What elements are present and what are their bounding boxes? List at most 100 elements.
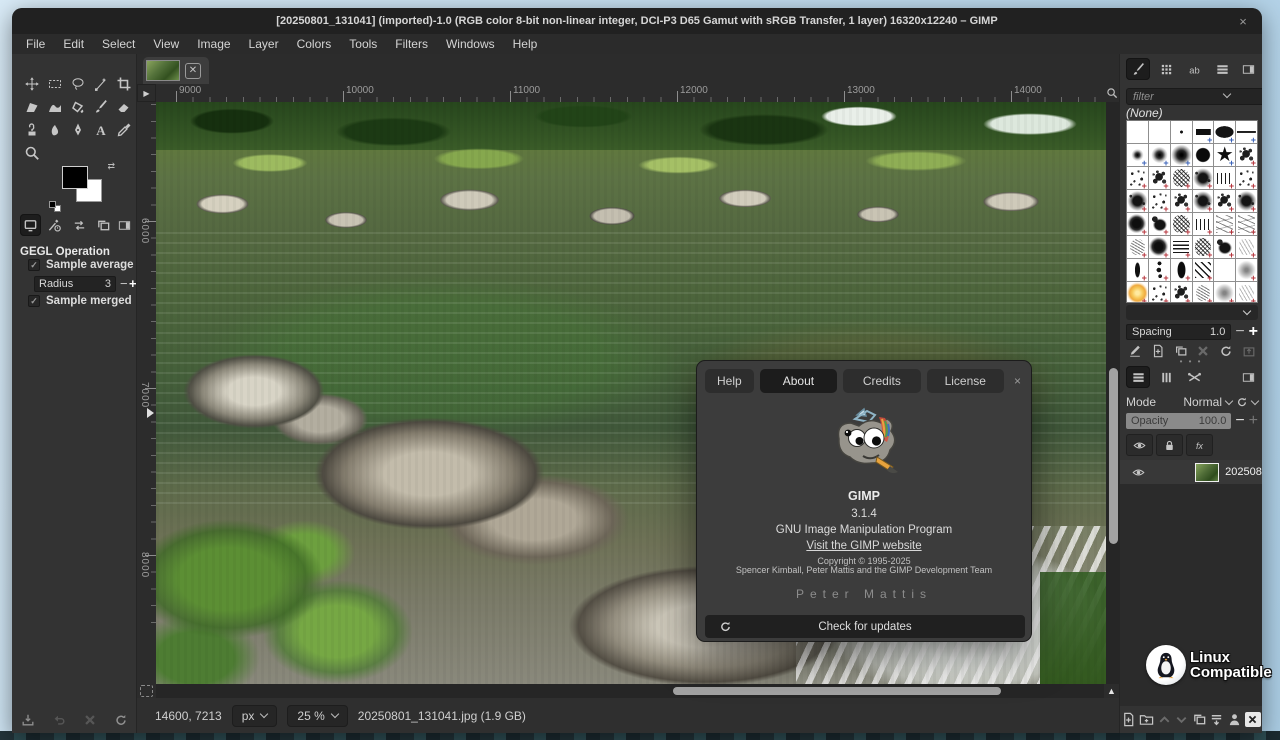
visibility-eye-icon[interactable] xyxy=(1126,434,1153,456)
fx-icon[interactable] xyxy=(1186,434,1213,456)
menu-item-colors[interactable]: Colors xyxy=(289,36,340,52)
paintbrush-tool[interactable] xyxy=(89,95,112,118)
mode-value[interactable]: Normal xyxy=(1183,395,1222,409)
brush-swatch[interactable] xyxy=(1193,144,1214,166)
delete-brush-icon[interactable] xyxy=(1196,344,1210,358)
unit-dropdown[interactable]: px xyxy=(232,705,278,727)
brush-swatch[interactable] xyxy=(1149,144,1170,166)
brush-swatch[interactable] xyxy=(1193,190,1214,212)
free-select-tool[interactable] xyxy=(66,72,89,95)
save-tool-preset-icon[interactable] xyxy=(21,713,35,727)
brush-swatch[interactable] xyxy=(1236,190,1257,212)
new-layer-icon[interactable] xyxy=(1121,712,1136,727)
brush-swatch[interactable] xyxy=(1149,259,1170,281)
refresh-brushes-icon[interactable] xyxy=(1219,344,1233,358)
vertical-scrollbar[interactable] xyxy=(1106,102,1121,684)
close-icon[interactable]: ✕ xyxy=(185,63,201,79)
brush-swatch[interactable] xyxy=(1149,236,1170,258)
brush-swatch[interactable] xyxy=(1236,259,1257,281)
menu-item-tools[interactable]: Tools xyxy=(341,36,385,52)
brush-swatch[interactable] xyxy=(1214,190,1235,212)
brush-swatch[interactable] xyxy=(1214,259,1235,281)
brush-swatch[interactable] xyxy=(1149,167,1170,189)
menu-item-image[interactable]: Image xyxy=(189,36,238,52)
layer-row[interactable]: 20250801_ xyxy=(1120,460,1262,484)
zoom-dropdown[interactable]: 25 % xyxy=(287,705,347,727)
crop-tool[interactable] xyxy=(112,72,135,95)
brush-swatch[interactable] xyxy=(1214,144,1235,166)
brush-swatch[interactable] xyxy=(1236,144,1257,166)
brush-swatch[interactable] xyxy=(1214,236,1235,258)
clone-tool[interactable] xyxy=(20,118,43,141)
menu-item-view[interactable]: View xyxy=(145,36,187,52)
vertical-scroll-thumb[interactable] xyxy=(1109,368,1118,544)
quick-mask-toggle-icon[interactable] xyxy=(140,685,153,697)
move-tool[interactable] xyxy=(20,72,43,95)
chevron-down-icon[interactable] xyxy=(1225,396,1233,404)
close-icon[interactable]: × xyxy=(1234,12,1252,30)
new-layer-group-icon[interactable] xyxy=(1139,712,1154,727)
radius-slider[interactable]: Radius 3 xyxy=(34,276,116,292)
brush-swatch[interactable] xyxy=(1214,167,1235,189)
lock-icon[interactable] xyxy=(1156,434,1183,456)
delete-layer-icon[interactable] xyxy=(1245,712,1261,727)
channels-tab[interactable] xyxy=(1154,366,1178,388)
lower-layer-icon[interactable] xyxy=(1174,712,1189,727)
foreground-color-swatch[interactable] xyxy=(62,166,88,189)
image-tab[interactable]: ✕ xyxy=(143,57,209,84)
brush-swatch[interactable] xyxy=(1236,282,1257,303)
checkbox-icon[interactable]: ✓ xyxy=(28,259,40,271)
website-link[interactable]: Visit the GIMP website xyxy=(697,540,1031,552)
brush-swatch[interactable] xyxy=(1149,190,1170,212)
ink-tool[interactable] xyxy=(66,118,89,141)
menu-item-layer[interactable]: Layer xyxy=(241,36,287,52)
layers-tab[interactable] xyxy=(1126,366,1150,388)
menu-item-filters[interactable]: Filters xyxy=(387,36,436,52)
brush-swatch[interactable] xyxy=(1127,167,1148,189)
layer-visibility-eye-icon[interactable] xyxy=(1132,466,1145,479)
rectangle-select-tool[interactable] xyxy=(43,72,66,95)
brush-swatch[interactable] xyxy=(1214,121,1235,143)
color-picker-tool[interactable] xyxy=(112,118,135,141)
opacity-slider[interactable]: Opacity 100.0 xyxy=(1126,413,1231,429)
spacing-slider[interactable]: Spacing 1.0 xyxy=(1126,324,1231,340)
eraser-tool[interactable] xyxy=(112,95,135,118)
tab-about[interactable]: About xyxy=(760,369,837,393)
brush-swatch[interactable] xyxy=(1149,121,1170,143)
menu-item-file[interactable]: File xyxy=(18,36,53,52)
collapse-icon[interactable] xyxy=(1240,369,1256,385)
image-tab-thumbnail[interactable] xyxy=(146,60,180,81)
gradient-tool[interactable] xyxy=(43,95,66,118)
smudge-tool[interactable] xyxy=(43,118,66,141)
delete-icon[interactable] xyxy=(83,713,97,727)
radius-decrement-button[interactable]: − xyxy=(120,276,128,292)
close-icon[interactable]: × xyxy=(1010,374,1025,388)
brush-filter-input[interactable] xyxy=(1126,88,1262,105)
brush-swatch[interactable] xyxy=(1171,167,1192,189)
menu-item-windows[interactable]: Windows xyxy=(438,36,503,52)
brush-swatch[interactable] xyxy=(1193,236,1214,258)
bucket-fill-tool[interactable] xyxy=(66,95,89,118)
brush-swatch[interactable] xyxy=(1214,213,1235,235)
brush-scroll-bar[interactable] xyxy=(1126,305,1258,320)
spacing-decrement-button[interactable]: − xyxy=(1235,323,1244,341)
opacity-increment-button[interactable]: + xyxy=(1249,412,1258,430)
brush-swatch[interactable] xyxy=(1171,121,1192,143)
paths-tool[interactable] xyxy=(89,72,112,95)
brush-swatch[interactable] xyxy=(1127,236,1148,258)
device-status-tab[interactable] xyxy=(44,214,65,236)
brush-swatch[interactable] xyxy=(1193,121,1214,143)
horizontal-scroll-thumb[interactable] xyxy=(673,687,1001,695)
edit-brush-icon[interactable] xyxy=(1128,344,1142,358)
reset-icon[interactable] xyxy=(114,713,128,727)
brush-swatch[interactable] xyxy=(1171,236,1192,258)
brush-swatch[interactable] xyxy=(1171,144,1192,166)
brush-swatch[interactable] xyxy=(1193,167,1214,189)
brush-swatch[interactable] xyxy=(1193,259,1214,281)
collapse-icon[interactable] xyxy=(117,217,132,233)
paths-tab[interactable] xyxy=(1182,366,1206,388)
raise-layer-icon[interactable] xyxy=(1157,712,1172,727)
brush-swatch[interactable] xyxy=(1214,282,1235,303)
brush-swatch[interactable] xyxy=(1236,167,1257,189)
zoom-tool[interactable] xyxy=(20,141,43,164)
